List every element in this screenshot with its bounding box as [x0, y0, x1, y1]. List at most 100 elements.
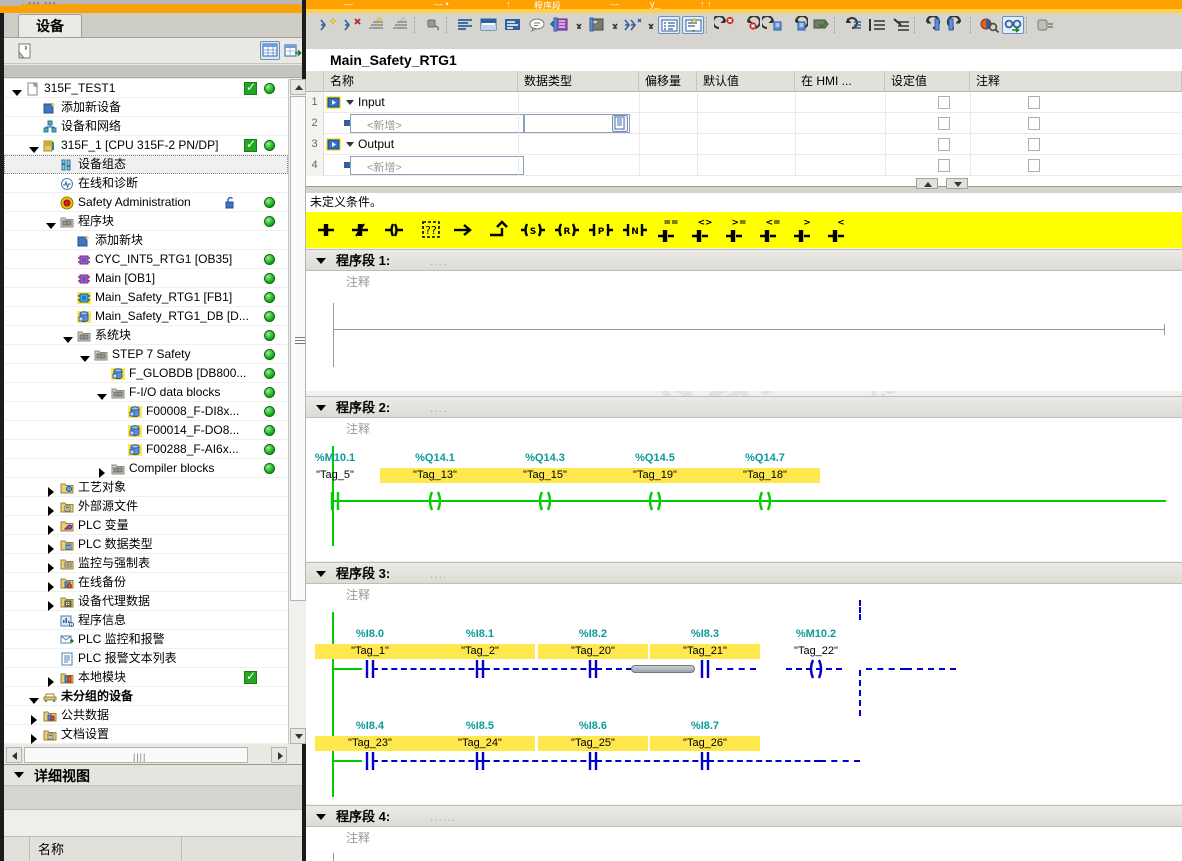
- setpoint-checkbox[interactable]: [1028, 96, 1040, 109]
- element-tag[interactable]: "Tag_15": [490, 468, 600, 483]
- menu-item-clip-5[interactable]: —: [610, 0, 619, 9]
- network-comment-4[interactable]: 注释: [306, 827, 1182, 847]
- menu-item-clip-1[interactable]: —: [344, 0, 353, 9]
- setpoint-checkbox[interactable]: [1028, 159, 1040, 172]
- output-coil-instruction[interactable]: [384, 215, 414, 245]
- expander-collapse-icon[interactable]: [12, 83, 23, 96]
- chevron-down-icon[interactable]: [316, 814, 326, 820]
- scroll-thumb[interactable]: [290, 96, 306, 601]
- set-coil-instruction[interactable]: S: [520, 215, 550, 245]
- insert-branch-icon[interactable]: [366, 16, 388, 34]
- expander-expand-icon[interactable]: [29, 710, 40, 725]
- update-inconsistent-icon[interactable]: [682, 16, 704, 34]
- open-branch-instruction[interactable]: [452, 215, 482, 245]
- expander-expand-icon[interactable]: [46, 539, 57, 554]
- element-tag[interactable]: "Tag_25": [538, 736, 648, 751]
- element-tag[interactable]: "Tag_1": [315, 644, 425, 659]
- interface-column-header[interactable]: 名称: [324, 71, 518, 92]
- tree-item[interactable]: 315F_1 [CPU 315F-2 PN/DP]: [4, 136, 288, 155]
- tree-item[interactable]: 外部源文件: [4, 497, 288, 516]
- tree-item[interactable]: 设备和网络: [4, 117, 288, 136]
- normally-open-contact[interactable]: [473, 658, 487, 683]
- tree-horizontal-scrollbar[interactable]: ||||: [4, 746, 302, 764]
- element-tag[interactable]: "Tag_13": [380, 468, 490, 483]
- tree-item[interactable]: F_GLOBDB [DB800...: [4, 364, 288, 383]
- element-tag[interactable]: "Tag_2": [425, 644, 535, 659]
- expander-collapse-icon[interactable]: [29, 140, 40, 153]
- tree-item[interactable]: 315F_TEST1: [4, 79, 288, 98]
- interface-row[interactable]: 2 <新增>: [306, 113, 1182, 134]
- normally-open-contact[interactable]: [698, 750, 712, 775]
- normally-open-contact[interactable]: [328, 490, 342, 515]
- expander-expand-icon[interactable]: [46, 482, 57, 497]
- compare-eq-instruction[interactable]: ==: [656, 215, 686, 245]
- network-body-3[interactable]: %I8.0 "Tag_1" %I8.1 "Tag_2" %I8.2 "Tag_20" %I8…: [306, 600, 1182, 804]
- network-comment-1[interactable]: 注释: [306, 271, 1182, 291]
- menu-item-clip-3[interactable]: ↑: [506, 0, 511, 9]
- output-coil[interactable]: [644, 490, 666, 515]
- network-comment-2[interactable]: 注释: [306, 418, 1182, 438]
- new-entry-input[interactable]: <新增>: [350, 156, 524, 175]
- tree-item[interactable]: F00014_F-DO8...: [4, 421, 288, 440]
- detail-view-collapse-icon[interactable]: [14, 772, 24, 778]
- scroll-down-button[interactable]: [290, 728, 306, 744]
- absolute-relative-icon[interactable]: [454, 16, 476, 34]
- menu-item-clip-6[interactable]: y_: [650, 0, 660, 9]
- expander-expand-icon[interactable]: [46, 501, 57, 516]
- comment-icon[interactable]: [526, 16, 548, 34]
- tree-item[interactable]: 系统块: [4, 326, 288, 345]
- lock-icon[interactable]: [1034, 16, 1056, 34]
- goto-error-icon[interactable]: [712, 15, 736, 34]
- hmi-visible-checkbox[interactable]: [938, 117, 950, 130]
- element-tag[interactable]: "Tag_21": [650, 644, 760, 659]
- element-tag[interactable]: "Tag_19": [600, 468, 710, 483]
- interface-column-header[interactable]: 在 HMI ...: [795, 71, 885, 92]
- detail-col-name[interactable]: 名称: [30, 837, 182, 861]
- close-branch-icon[interactable]: [390, 16, 412, 34]
- output-coil[interactable]: [754, 490, 776, 515]
- normally-open-contact[interactable]: [586, 658, 600, 683]
- insert-network-icon[interactable]: [318, 16, 340, 34]
- compare-ge-instruction[interactable]: >=: [724, 215, 754, 245]
- interface-scroll-down[interactable]: [946, 178, 968, 189]
- normally-open-contact-instruction[interactable]: [316, 215, 346, 245]
- tags-icon[interactable]: [422, 16, 444, 34]
- element-tag[interactable]: "Tag_20": [538, 644, 648, 659]
- tree-item[interactable]: 设备代理数据: [4, 592, 288, 611]
- compare-icon[interactable]: [622, 16, 644, 34]
- compare-lt-instruction[interactable]: <: [826, 215, 856, 245]
- normally-open-contact[interactable]: [698, 658, 712, 683]
- menu-item-clip-2[interactable]: — •: [434, 0, 449, 9]
- export-icon[interactable]: [284, 42, 302, 60]
- compare-le-instruction[interactable]: <=: [758, 215, 788, 245]
- expander-collapse-icon[interactable]: [346, 142, 354, 147]
- expander-expand-icon[interactable]: [46, 596, 57, 611]
- interface-row[interactable]: 3 Output: [306, 134, 1182, 155]
- network-header-3[interactable]: 程序段 3: ....: [306, 562, 1182, 584]
- tree-item[interactable]: 未分组的设备: [4, 687, 288, 706]
- tree-item[interactable]: Compiler blocks: [4, 459, 288, 478]
- undo-nav-icon[interactable]: [922, 14, 944, 34]
- empty-box-instruction[interactable]: ??: [418, 215, 448, 245]
- hmi-visible-checkbox[interactable]: [938, 159, 950, 172]
- block-interface-table[interactable]: 名称 数据类型 偏移量 默认值在 HMI ... 设定值 注释 1 Input 2 <新增> 3 O…: [306, 71, 1182, 193]
- table-view-icon[interactable]: [260, 41, 280, 60]
- project-tree[interactable]: 315F_TEST1 添加新设备设备和网络 315F_1 [CPU 315F-2 P…: [4, 79, 288, 744]
- tree-item[interactable]: 公共数据: [4, 706, 288, 725]
- tree-item[interactable]: 在线和诊断: [4, 174, 288, 193]
- download-more-icon[interactable]: [574, 16, 584, 34]
- menu-item-clip-7[interactable]: ↑ ↑: [700, 0, 712, 9]
- tree-item[interactable]: CYC_INT5_RTG1 [OB35]: [4, 250, 288, 269]
- download-block-icon[interactable]: [549, 16, 572, 34]
- compare-gt-instruction[interactable]: >: [792, 215, 822, 245]
- normally-closed-contact-instruction[interactable]: [350, 215, 380, 245]
- element-tag[interactable]: "Tag_22": [771, 644, 861, 659]
- hmi-visible-checkbox[interactable]: [938, 96, 950, 109]
- first-line-icon[interactable]: [866, 16, 888, 34]
- tree-vertical-scrollbar[interactable]: [288, 79, 306, 744]
- network-comment-3[interactable]: 注释: [306, 584, 1182, 604]
- tree-item[interactable]: 程序信息: [4, 611, 288, 630]
- apply-icon[interactable]: [810, 16, 832, 34]
- tree-item[interactable]: Main_Safety_RTG1_DB [D...: [4, 307, 288, 326]
- tab-devices[interactable]: 设备: [18, 14, 82, 38]
